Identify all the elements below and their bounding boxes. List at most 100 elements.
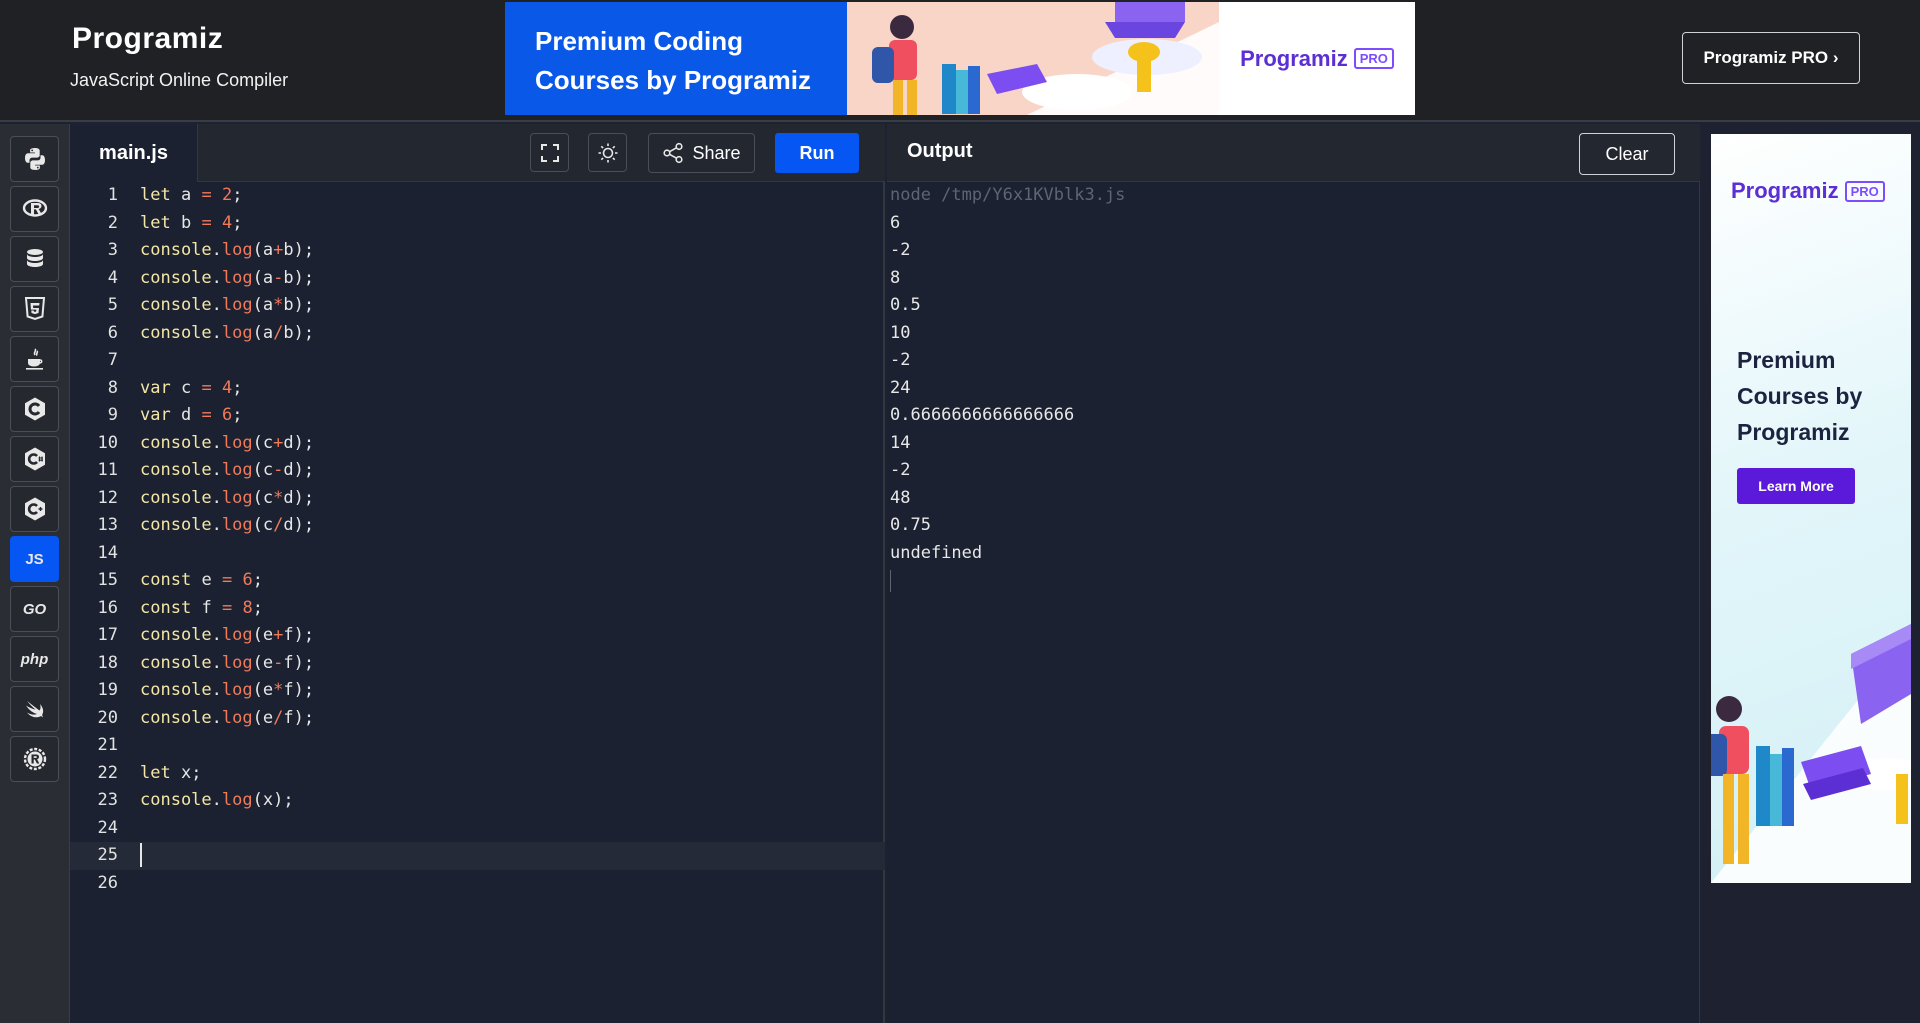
code-text: console.log(c-d);: [140, 460, 315, 480]
lang-go-button[interactable]: GO: [10, 586, 59, 632]
code-line[interactable]: 26: [70, 870, 885, 898]
banner-brand-block: Programiz PRO: [1219, 2, 1415, 115]
output-line: 8: [890, 267, 901, 288]
code-line[interactable]: 9 var d = 6;: [70, 402, 885, 430]
line-number: 11: [97, 460, 118, 480]
lang-html-button[interactable]: [10, 286, 59, 332]
run-button[interactable]: Run: [775, 133, 859, 173]
code-line[interactable]: 18 console.log(e-f);: [70, 650, 885, 678]
fullscreen-icon: [540, 143, 559, 162]
pro-ad-card[interactable]: Programiz PRO Premium Courses by Program…: [1711, 134, 1911, 883]
code-line[interactable]: 22 let x;: [70, 760, 885, 788]
lang-cpp-button[interactable]: [10, 486, 59, 532]
fullscreen-button[interactable]: [530, 133, 569, 172]
sun-icon: [598, 143, 617, 162]
code-line[interactable]: 5 console.log(a*b);: [70, 292, 885, 320]
line-number: 10: [97, 432, 118, 453]
code-line[interactable]: 4 console.log(a-b);: [70, 265, 885, 293]
code-text: let b = 4;: [140, 212, 243, 233]
code-line[interactable]: 25: [70, 842, 885, 870]
ad-headline-line-2: Courses by: [1737, 383, 1863, 409]
lang-python-button[interactable]: [10, 136, 59, 182]
line-number: 24: [97, 817, 118, 838]
csharp-icon: [24, 447, 45, 471]
line-number: 14: [97, 542, 118, 563]
output-line: 24: [890, 377, 911, 398]
lang-rust-button[interactable]: [10, 736, 59, 782]
output-panel: Output Clear node /tmp/Y6x1KVblk3.js 6 -2…: [887, 124, 1700, 1023]
line-number: 20: [97, 707, 118, 728]
programiz-logo[interactable]: Programiz: [72, 22, 223, 56]
code-text: console.log(e/f);: [140, 707, 315, 728]
code-line[interactable]: 10 console.log(c+d);: [70, 430, 885, 458]
code-line[interactable]: 8 var c = 4;: [70, 375, 885, 403]
code-text: let a = 2;: [140, 185, 243, 205]
output-title: Output: [907, 140, 973, 162]
text-cursor: [140, 843, 142, 867]
line-number: 2: [107, 212, 118, 233]
code-editor[interactable]: 1 let a = 2; 2 let b = 4; 3 console.log(a+b);…: [70, 182, 885, 1023]
output-line: 0.75: [890, 515, 931, 535]
code-line[interactable]: 13 console.log(c/d);: [70, 512, 885, 540]
output-line: 10: [890, 322, 911, 343]
code-text: console.log(c+d);: [140, 432, 315, 453]
cpp-icon: [24, 497, 45, 521]
code-text: const f = 8;: [140, 597, 263, 618]
code-line[interactable]: 16 const f = 8;: [70, 595, 885, 623]
code-line[interactable]: 23 console.log(x);: [70, 787, 885, 815]
code-text: console.log(e-f);: [140, 652, 315, 673]
code-line[interactable]: 14: [70, 540, 885, 568]
student-books-illustration-icon: [1711, 624, 1911, 883]
line-number: 13: [97, 515, 118, 535]
theme-toggle-button[interactable]: [588, 133, 627, 172]
output-line: 14: [890, 432, 911, 453]
page-subtitle: JavaScript Online Compiler: [70, 70, 289, 90]
output-line: undefined: [890, 542, 983, 563]
code-line[interactable]: 7: [70, 347, 885, 375]
code-line[interactable]: 19 console.log(e*f);: [70, 677, 885, 705]
code-text: console.log(a/b);: [140, 322, 315, 343]
line-number: 6: [107, 322, 118, 343]
code-line[interactable]: 15 const e = 6;: [70, 567, 885, 595]
lang-r-button[interactable]: [10, 186, 59, 232]
code-line[interactable]: 17 console.log(e+f);: [70, 622, 885, 650]
lang-c-button[interactable]: [10, 386, 59, 432]
java-icon: [25, 348, 43, 370]
code-line[interactable]: 24: [70, 815, 885, 843]
code-line[interactable]: 20 console.log(e/f);: [70, 705, 885, 733]
lang-swift-button[interactable]: [10, 686, 59, 732]
clear-button[interactable]: Clear: [1579, 133, 1675, 175]
output-line: -2: [890, 240, 911, 260]
ad-headline-line-1: Premium: [1737, 347, 1836, 373]
code-text: console.log(c/d);: [140, 515, 315, 535]
code-line[interactable]: 3 console.log(a+b);: [70, 237, 885, 265]
share-button[interactable]: Share: [648, 133, 755, 173]
lang-java-button[interactable]: [10, 336, 59, 382]
learn-more-button[interactable]: Learn More: [1737, 468, 1855, 504]
lang-csharp-button[interactable]: [10, 436, 59, 482]
output-line: 0.5: [890, 295, 921, 315]
code-text: console.log(e+f);: [140, 625, 315, 645]
code-line[interactable]: 2 let b = 4;: [70, 210, 885, 238]
file-tab[interactable]: main.js: [70, 124, 198, 182]
code-line[interactable]: 11 console.log(c-d);: [70, 457, 885, 485]
output-toolbar: Output Clear: [887, 124, 1700, 182]
promo-banner[interactable]: Premium Coding Courses by Programiz Prog…: [505, 2, 1415, 115]
code-line[interactable]: 12 console.log(c*d);: [70, 485, 885, 513]
code-line[interactable]: 1 let a = 2;: [70, 182, 885, 210]
lang-php-button[interactable]: php: [10, 636, 59, 682]
code-text: console.log(a*b);: [140, 295, 315, 315]
output-console[interactable]: node /tmp/Y6x1KVblk3.js 6 -2 8 0.5 10 -2 24 0.6…: [890, 182, 1125, 592]
line-number: 8: [107, 377, 118, 398]
code-text: console.log(x);: [140, 790, 294, 810]
code-line[interactable]: 6 console.log(a/b);: [70, 320, 885, 348]
code-line[interactable]: 21: [70, 732, 885, 760]
sql-icon: [26, 249, 43, 267]
line-number: 16: [97, 597, 118, 618]
line-number: 5: [107, 295, 118, 315]
lang-sql-button[interactable]: [10, 236, 59, 282]
ad-sidebar: Programiz PRO Premium Courses by Program…: [1701, 124, 1920, 1023]
lang-javascript-button[interactable]: JS: [10, 536, 59, 582]
programiz-pro-button[interactable]: Programiz PRO ›: [1682, 32, 1860, 84]
line-number: 22: [97, 762, 118, 783]
